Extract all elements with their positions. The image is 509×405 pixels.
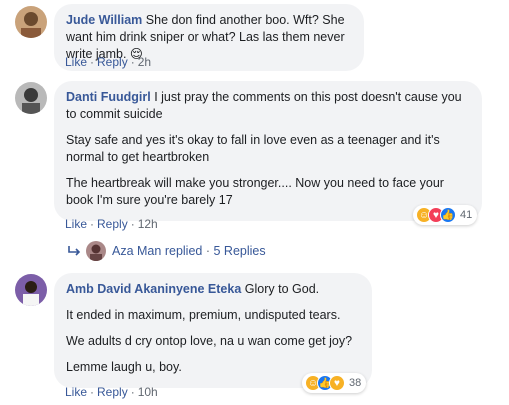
separator: · xyxy=(90,55,95,69)
care-icon: ♥ xyxy=(329,375,345,391)
avatar[interactable] xyxy=(15,82,47,114)
reaction-summary[interactable]: ☺ ♥ 👍 41 xyxy=(413,205,478,225)
comment-author[interactable]: Danti Fuudgirl xyxy=(66,90,151,104)
comment-actions: Like · Reply · 12h xyxy=(65,217,158,231)
reply-link[interactable]: Reply xyxy=(97,217,128,231)
avatar[interactable] xyxy=(15,274,47,306)
reaction-count: 38 xyxy=(349,377,362,389)
avatar[interactable] xyxy=(15,6,47,38)
reply-link[interactable]: Reply xyxy=(97,55,128,69)
separator: · xyxy=(130,217,135,231)
comment-text: Glory to God. xyxy=(244,282,320,296)
like-icon: 👍 xyxy=(440,207,456,223)
reply-link[interactable]: Reply xyxy=(97,385,128,399)
comment-text: We adults d cry ontop love, na u wan com… xyxy=(66,334,353,348)
comment-actions: Like · Reply · 10h xyxy=(65,385,158,399)
replies-count: 5 Replies xyxy=(213,244,266,258)
replier-name: Aza Man xyxy=(112,244,162,258)
comment-author[interactable]: Jude William xyxy=(66,13,142,27)
timestamp[interactable]: 10h xyxy=(138,385,158,399)
like-link[interactable]: Like xyxy=(65,55,87,69)
reaction-summary[interactable]: ☺ 👍 ♥ 38 xyxy=(302,373,367,393)
separator: · xyxy=(205,244,211,258)
reaction-count: 41 xyxy=(460,209,473,221)
comment-actions: Like · Reply · 2h xyxy=(65,55,151,69)
timestamp[interactable]: 12h xyxy=(138,217,158,231)
like-link[interactable]: Like xyxy=(65,217,87,231)
separator: · xyxy=(130,385,135,399)
replied-text: replied xyxy=(164,244,203,258)
replier-avatar xyxy=(86,241,106,261)
separator: · xyxy=(90,217,95,231)
comment-author[interactable]: Amb David Akaninyene Eteka xyxy=(66,282,241,296)
comment-text: Stay safe and yes it's okay to fall in l… xyxy=(66,133,440,164)
like-link[interactable]: Like xyxy=(65,385,87,399)
comment-bubble: Amb David Akaninyene Eteka Glory to God.… xyxy=(54,273,372,388)
comment-bubble: Danti Fuudgirl I just pray the comments … xyxy=(54,81,482,221)
comment-text: The heartbreak will make you stronger...… xyxy=(66,176,444,207)
comment-text: It ended in maximum, premium, undisputed… xyxy=(66,308,341,322)
view-replies[interactable]: Aza Man replied · 5 Replies xyxy=(68,241,266,261)
timestamp[interactable]: 2h xyxy=(138,55,151,69)
separator: · xyxy=(90,385,95,399)
reply-arrow-icon xyxy=(68,246,81,256)
separator: · xyxy=(130,55,135,69)
